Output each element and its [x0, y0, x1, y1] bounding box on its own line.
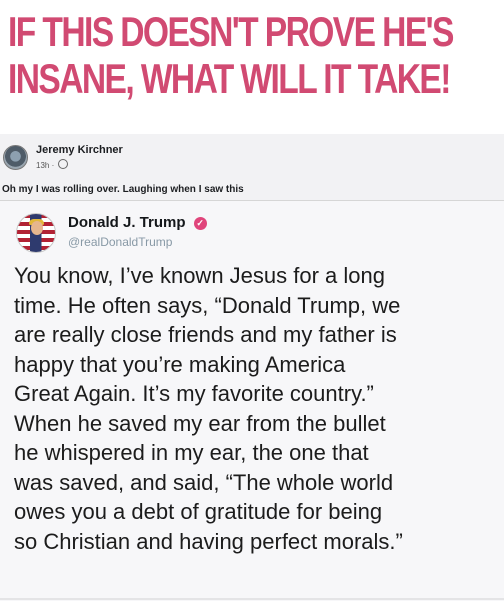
tweet-screenshot: Donald J. Trump ✓ @realDonaldTrump You k…: [0, 200, 504, 601]
tweet-text: You know, I’ve known Jesus for a long ti…: [14, 261, 494, 556]
tweet-line: are really close friends and my father i…: [14, 322, 397, 347]
tweet-line: owes you a debt of gratitude for being: [14, 499, 383, 524]
tweet-avatar: [16, 213, 56, 253]
tweet-line: You know, I’ve known Jesus for a long: [14, 263, 385, 288]
post-time[interactable]: 13h ·: [36, 161, 54, 170]
post-body: Oh my I was rolling over. Laughing when …: [2, 184, 244, 195]
tweet-line: happy that you’re making America: [14, 351, 346, 377]
facebook-post: Jeremy Kirchner 13h · Oh my I was rollin…: [0, 134, 504, 601]
tweet-name-text: Donald J. Trump: [68, 214, 186, 231]
headline-line-2: INSANE, WHAT WILL IT TAKE!: [8, 55, 451, 102]
verified-badge-icon: ✓: [193, 217, 207, 230]
tweet-line: time. He often says, “Donald Trump, we: [14, 292, 401, 318]
author-avatar[interactable]: [3, 145, 28, 170]
post-header: Jeremy Kirchner 13h ·: [0, 142, 504, 178]
headline-line-1: IF THIS DOESN'T PROVE HE'S: [8, 8, 454, 55]
tweet-line: was saved, and said, “The whole world: [14, 469, 394, 495]
meme-headline: IF THIS DOESN'T PROVE HE'S INSANE, WHAT …: [8, 8, 454, 102]
tweet-author-name: Donald J. Trump ✓: [68, 214, 207, 231]
tweet-line: Great Again. It’s my favorite country.”: [14, 381, 374, 406]
tweet-handle: @realDonaldTrump: [68, 235, 173, 249]
tweet-line: so Christian and having perfect morals.”: [14, 528, 403, 554]
post-meta: 13h ·: [36, 159, 69, 170]
tweet-line: When he saved my ear from the bullet: [14, 410, 386, 436]
tweet-line: he whispered in my ear, the one that: [14, 440, 369, 465]
avatar-face: [31, 221, 43, 235]
author-name[interactable]: Jeremy Kirchner: [36, 144, 123, 156]
globe-icon: [58, 159, 69, 169]
